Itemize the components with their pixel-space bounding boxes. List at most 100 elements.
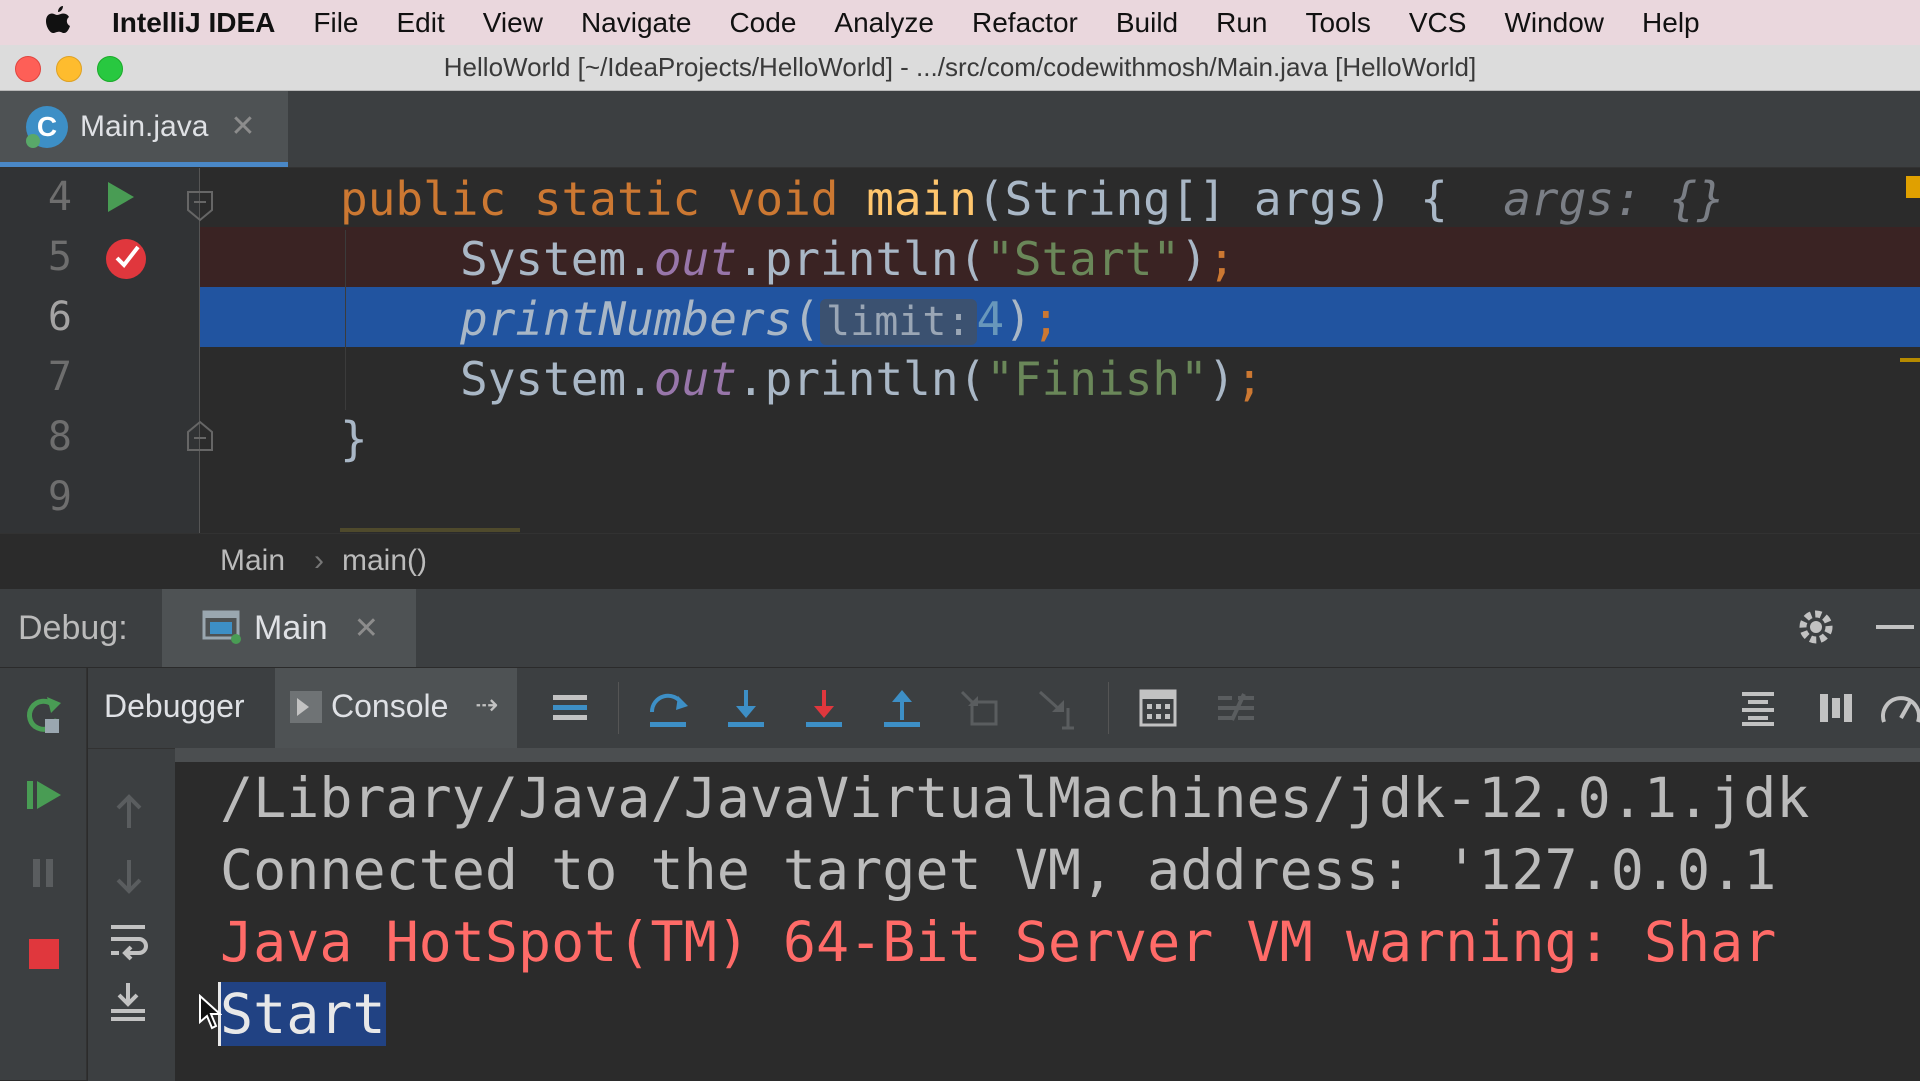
tab-console-label: Console: [331, 688, 449, 724]
keyword: public static void: [340, 172, 867, 226]
debug-session-label: Main: [254, 608, 328, 647]
fold-close-icon[interactable]: [186, 420, 214, 457]
show-frames-icon[interactable]: [548, 686, 592, 730]
menu-window[interactable]: Window: [1504, 7, 1604, 39]
line-number: 8: [47, 414, 72, 460]
step-into-icon[interactable]: [722, 684, 770, 732]
console-selected-output: Start: [220, 982, 386, 1046]
restore-layout-icon[interactable]: [1734, 684, 1782, 732]
breadcrumb-method[interactable]: main(): [342, 544, 427, 578]
window-title: HelloWorld [~/IdeaProjects/HelloWorld] -…: [443, 52, 1477, 82]
pause-program-icon[interactable]: [20, 850, 66, 896]
code-line-7: System.out.println("Finish");: [460, 352, 1263, 406]
console-error-line: Java HotSpot(TM) 64-Bit Server VM warnin…: [220, 910, 1777, 974]
breadcrumb-class[interactable]: Main: [220, 544, 285, 578]
evaluate-expression-icon[interactable]: [1134, 684, 1182, 732]
menu-tools[interactable]: Tools: [1305, 7, 1370, 39]
code-line-6: printNumbers(limit: 4);: [460, 292, 1060, 346]
memory-gauge-icon[interactable]: [1878, 684, 1920, 732]
string-literal: "Start": [986, 232, 1181, 286]
line-number: 6: [47, 294, 72, 340]
next-occurrence-icon[interactable]: [106, 853, 152, 899]
line-number: 9: [47, 474, 72, 520]
field-name: out: [653, 352, 737, 406]
step-over-icon[interactable]: [644, 684, 692, 732]
field-name: out: [653, 232, 737, 286]
menu-view[interactable]: View: [483, 7, 543, 39]
run-to-cursor-icon[interactable]: [1034, 684, 1082, 732]
menu-build[interactable]: Build: [1116, 7, 1178, 39]
semicolon: ;: [1207, 232, 1236, 286]
force-step-into-icon[interactable]: [800, 684, 848, 732]
code-text: ): [1207, 352, 1236, 406]
semicolon: ;: [1235, 352, 1264, 406]
breadcrumb: Main › main(): [0, 533, 1920, 589]
string-literal: "Finish": [986, 352, 1208, 406]
debugger-toolbar: Debugger Console ⇢: [88, 668, 1920, 748]
menu-analyze[interactable]: Analyze: [834, 7, 934, 39]
drop-frame-icon[interactable]: [956, 684, 1004, 732]
close-tab-icon[interactable]: ✕: [230, 109, 255, 144]
semicolon: ;: [1031, 292, 1060, 346]
tab-main-java[interactable]: C Main.java ✕: [0, 91, 288, 167]
code-text: System.: [460, 352, 654, 406]
tab-debugger[interactable]: Debugger: [88, 668, 273, 748]
menu-refactor[interactable]: Refactor: [972, 7, 1078, 39]
menu-run[interactable]: Run: [1216, 7, 1267, 39]
trace-stream-icon[interactable]: [1212, 684, 1260, 732]
line-number: 7: [47, 354, 72, 400]
code-text: (: [792, 292, 821, 346]
warning-stripe-mark[interactable]: [1906, 176, 1920, 198]
console-side-toolbar: [88, 748, 175, 1081]
gear-icon[interactable]: [1796, 607, 1836, 652]
code-line-4: public static void main(String[] args) {…: [340, 172, 1725, 226]
resume-program-icon[interactable]: [20, 772, 66, 818]
apple-logo-icon[interactable]: [40, 5, 74, 40]
stop-icon[interactable]: [20, 930, 66, 976]
code-text: .println(: [736, 232, 987, 286]
code-editor[interactable]: 4 5 6 7 8 9 public static void main(Stri…: [0, 168, 1920, 533]
run-main-icon[interactable]: [106, 180, 136, 219]
line-number: 4: [47, 174, 72, 220]
debug-side-toolbar: [0, 668, 87, 1080]
menu-edit[interactable]: Edit: [397, 7, 445, 39]
menu-vcs[interactable]: VCS: [1409, 7, 1467, 39]
parameter-hint: limit:: [820, 299, 977, 345]
menu-help[interactable]: Help: [1642, 7, 1700, 39]
fold-open-icon[interactable]: [186, 190, 214, 227]
toolbar-separator: [618, 682, 619, 734]
application-icon: [202, 608, 242, 649]
close-session-icon[interactable]: ✕: [354, 611, 379, 646]
menu-app-name[interactable]: IntelliJ IDEA: [112, 7, 275, 39]
code-line-8: }: [340, 412, 368, 466]
debug-session-tab[interactable]: Main ✕: [162, 589, 416, 667]
window-title-bar: HelloWorld [~/IdeaProjects/HelloWorld] -…: [0, 45, 1920, 91]
macos-menu-bar: IntelliJ IDEA File Edit View Navigate Co…: [0, 0, 1920, 45]
scroll-to-end-icon[interactable]: [104, 977, 152, 1025]
tab-console[interactable]: Console ⇢: [275, 668, 517, 748]
editor-tab-bar: C Main.java ✕: [0, 91, 1920, 168]
toolbar-separator: [1108, 682, 1109, 734]
soft-wrap-icon[interactable]: [104, 917, 152, 965]
layout-settings-icon[interactable]: [1812, 684, 1860, 732]
pin-tab-icon[interactable]: ⇢: [475, 688, 498, 721]
breakpoint-icon[interactable]: [105, 234, 151, 285]
code-text: ): [1180, 232, 1208, 286]
code-text: ): [1004, 292, 1032, 346]
breadcrumb-separator: ›: [314, 544, 324, 577]
step-out-icon[interactable]: [878, 684, 926, 732]
stripe-mark[interactable]: [1900, 358, 1920, 362]
console-output[interactable]: /Library/Java/JavaVirtualMachines/jdk-12…: [176, 762, 1920, 1080]
previous-occurrence-icon[interactable]: [106, 789, 152, 835]
inline-debug-value: args: {}: [1503, 172, 1725, 226]
console-line: /Library/Java/JavaVirtualMachines/jdk-12…: [220, 766, 1810, 830]
menu-navigate[interactable]: Navigate: [581, 7, 692, 39]
menu-code[interactable]: Code: [729, 7, 796, 39]
minimize-icon[interactable]: [1876, 625, 1914, 629]
code-line-5: System.out.println("Start");: [460, 232, 1236, 286]
menu-file[interactable]: File: [313, 7, 358, 39]
debug-label: Debug:: [18, 609, 128, 647]
code-text: (String[] args) {: [976, 172, 1448, 226]
rerun-icon[interactable]: [20, 692, 66, 738]
console-line: Connected to the target VM, address: '12…: [220, 838, 1777, 902]
